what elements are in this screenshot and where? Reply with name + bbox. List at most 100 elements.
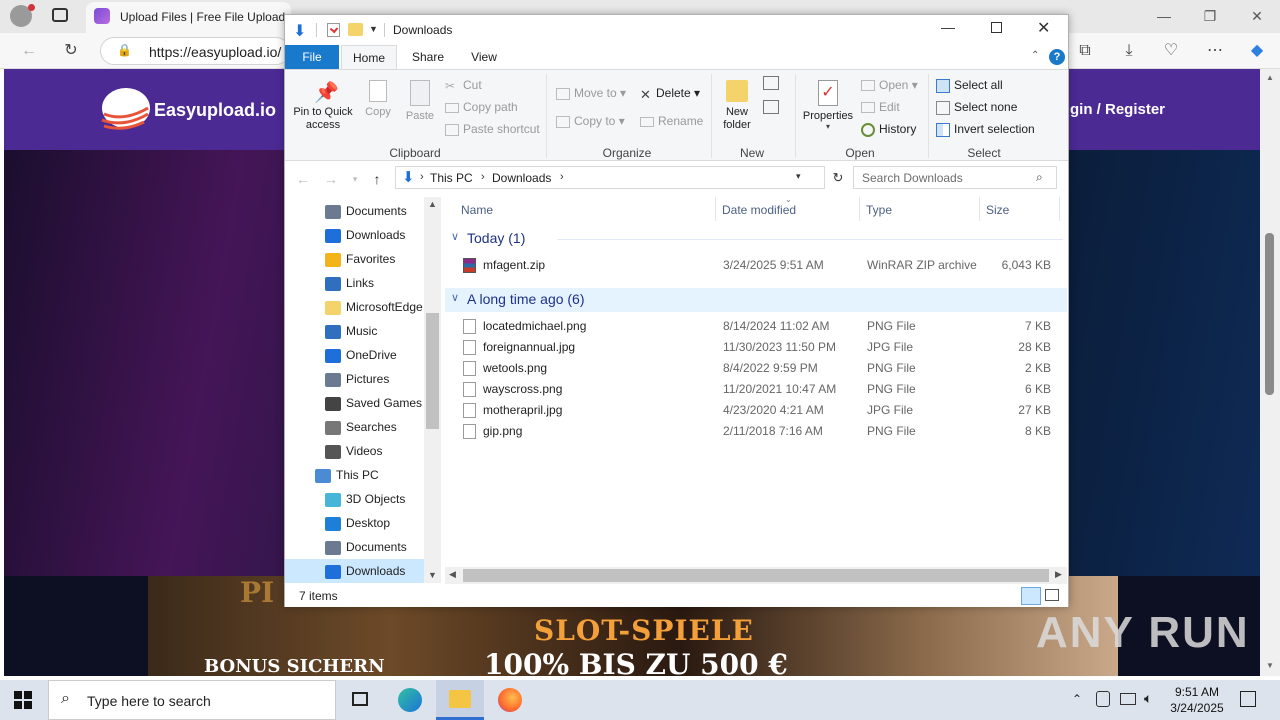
taskbar-clock[interactable]: 9:51 AM 3/24/2025 — [1166, 684, 1228, 716]
select-none-button[interactable]: Select none — [936, 100, 1017, 115]
group-collapse-icon[interactable]: ∨ — [451, 230, 459, 243]
file-row[interactable]: motherapril.jpg 4/23/2020 4:21 AM JPG File… — [443, 400, 1063, 421]
breadcrumb-this-pc[interactable]: This PC — [430, 171, 473, 185]
copy-to-button[interactable]: Copy to ▾ — [556, 114, 625, 128]
details-view-icon[interactable] — [1021, 587, 1041, 605]
nav-item[interactable]: OneDrive — [285, 343, 424, 367]
nav-item[interactable]: Documents — [285, 199, 424, 223]
refresh-icon[interactable]: ↻ — [60, 41, 82, 61]
login-register-link[interactable]: gin / Register — [1070, 101, 1165, 118]
new-folder-button[interactable]: New folder — [719, 74, 755, 132]
address-dropdown-icon[interactable]: ▾ — [796, 171, 801, 182]
nav-item[interactable]: Music — [285, 319, 424, 343]
security-tray-icon[interactable] — [1096, 691, 1110, 707]
windows-start-icon[interactable] — [14, 691, 32, 709]
scroll-up-icon[interactable]: ▲ — [1266, 73, 1274, 82]
back-arrow-icon[interactable]: ← — [293, 171, 313, 187]
nav-scroll-thumb[interactable] — [426, 313, 439, 429]
nav-item[interactable]: Pictures — [285, 367, 424, 391]
cut-button[interactable]: ✂ Cut — [445, 78, 482, 93]
refresh-folder-icon[interactable]: ↻ — [827, 167, 849, 188]
file-row[interactable]: mfagent.zip 3/24/2025 9:51 AM WinRAR ZIP a… — [443, 255, 1063, 276]
tab-file[interactable]: File — [285, 45, 339, 69]
tab-home[interactable]: Home — [341, 45, 397, 69]
back-icon[interactable]: ← — [18, 41, 40, 61]
paste-shortcut-button[interactable]: Paste shortcut — [445, 122, 540, 136]
downloads-icon[interactable]: ⤓ — [1118, 41, 1140, 61]
nav-pane-scrollbar[interactable]: ▲ ▼ — [424, 197, 441, 583]
tab-view[interactable]: View — [459, 45, 509, 69]
close-icon[interactable]: ✕ — [1037, 18, 1050, 38]
forward-arrow-icon[interactable]: → — [321, 171, 341, 187]
task-view-icon[interactable] — [336, 680, 384, 720]
file-row[interactable]: locatedmichael.png 8/14/2024 11:02 AM PNG … — [443, 316, 1063, 337]
breadcrumb-chevron-icon[interactable]: › — [481, 171, 485, 183]
browser-tab[interactable]: Upload Files | Free File Upload a — [86, 2, 295, 33]
horizontal-scrollbar[interactable]: ◀ ▶ — [445, 567, 1067, 584]
volume-icon[interactable]: 🔈︎ — [1144, 690, 1152, 707]
open-button[interactable]: Open ▾ — [861, 78, 918, 92]
nav-item[interactable]: Saved Games — [285, 391, 424, 415]
nav-item[interactable]: This PC — [285, 463, 424, 487]
file-row[interactable]: gip.png 2/11/2018 7:16 AM PNG File 8 KB — [443, 421, 1063, 442]
notifications-icon[interactable] — [1240, 691, 1256, 707]
edit-button[interactable]: Edit — [861, 100, 900, 114]
file-row[interactable]: foreignannual.jpg 11/30/2023 11:50 PM JPG … — [443, 337, 1063, 358]
maximize-icon[interactable] — [991, 22, 1002, 33]
file-explorer-taskbar-icon[interactable] — [436, 680, 484, 720]
browser-restore-icon[interactable]: ❐ — [1200, 6, 1220, 26]
copy-button[interactable]: Copy — [363, 74, 393, 118]
copilot-icon[interactable]: ◆ — [1246, 41, 1268, 61]
show-hidden-icons-icon[interactable]: ⌃ — [1072, 692, 1082, 706]
rename-button[interactable]: Rename — [640, 114, 703, 128]
history-button[interactable]: History — [861, 122, 916, 137]
properties-button[interactable]: ✓ Properties ▾ — [800, 74, 856, 131]
page-scroll-thumb[interactable] — [1265, 233, 1274, 395]
group-header[interactable]: ∨ A long time ago (6) — [445, 288, 1067, 312]
large-icons-view-icon[interactable] — [1045, 589, 1059, 601]
nav-item[interactable]: Downloads — [285, 559, 424, 583]
more-menu-icon[interactable]: ⋯ — [1204, 41, 1226, 61]
pin-quick-access-button[interactable]: 📌 Pin to Quick access — [289, 74, 357, 132]
group-header[interactable]: ∨ Today (1) — [445, 227, 1067, 251]
scroll-down-icon[interactable]: ▼ — [1266, 661, 1274, 670]
new-item-icon[interactable] — [763, 76, 779, 90]
file-row[interactable]: wayscross.png 11/20/2021 10:47 AM PNG File… — [443, 379, 1063, 400]
firefox-taskbar-icon[interactable] — [486, 680, 534, 720]
browser-essentials-icon[interactable]: ♡ — [1160, 41, 1182, 61]
nav-item[interactable]: Links — [285, 271, 424, 295]
horizontal-scroll-thumb[interactable] — [463, 569, 1049, 582]
edge-taskbar-icon[interactable] — [386, 680, 434, 720]
help-icon[interactable]: ? — [1049, 49, 1065, 65]
nav-item[interactable]: Documents — [285, 535, 424, 559]
nav-item[interactable]: MicrosoftEdge — [285, 295, 424, 319]
move-to-button[interactable]: Move to ▾ — [556, 86, 626, 100]
minimize-icon[interactable]: — — [941, 19, 955, 35]
nav-item[interactable]: Downloads — [285, 223, 424, 247]
easyupload-logo[interactable]: Easyupload.io — [98, 82, 278, 137]
browser-minimize-icon[interactable]: — — [1154, 6, 1174, 26]
network-icon[interactable] — [1120, 693, 1136, 705]
taskbar-search[interactable]: ⌕ Type here to search — [48, 680, 336, 720]
invert-selection-button[interactable]: Invert selection — [936, 122, 1035, 137]
breadcrumb-chevron-icon[interactable]: › — [420, 171, 424, 183]
qat-dropdown-icon[interactable]: ▼ — [369, 24, 378, 34]
easy-access-icon[interactable] — [763, 100, 779, 114]
breadcrumb-downloads[interactable]: Downloads — [492, 171, 551, 185]
page-scrollbar[interactable]: ▲ ▼ — [1260, 69, 1280, 676]
recent-locations-icon[interactable]: ▾ — [345, 174, 365, 190]
properties-qat-icon[interactable] — [327, 23, 340, 37]
select-all-button[interactable]: Select all — [936, 78, 1003, 93]
file-row[interactable]: wetools.png 8/4/2022 9:59 PM PNG File 2 KB — [443, 358, 1063, 379]
nav-item[interactable]: Videos — [285, 439, 424, 463]
scroll-left-icon[interactable]: ◀ — [449, 569, 456, 580]
group-collapse-icon[interactable]: ∨ — [451, 291, 459, 304]
paste-button[interactable]: Paste — [403, 74, 437, 122]
address-bar[interactable]: 🔒 https://easyupload.io/ — [100, 37, 290, 65]
nav-scroll-up-icon[interactable]: ▲ — [428, 199, 437, 209]
nav-item[interactable]: Favorites — [285, 247, 424, 271]
browser-close-icon[interactable]: ✕ — [1247, 6, 1267, 26]
up-arrow-icon[interactable]: ↑ — [367, 171, 387, 187]
search-downloads-field[interactable]: Search Downloads ⌕ — [853, 166, 1057, 189]
tab-share[interactable]: Share — [403, 45, 453, 69]
